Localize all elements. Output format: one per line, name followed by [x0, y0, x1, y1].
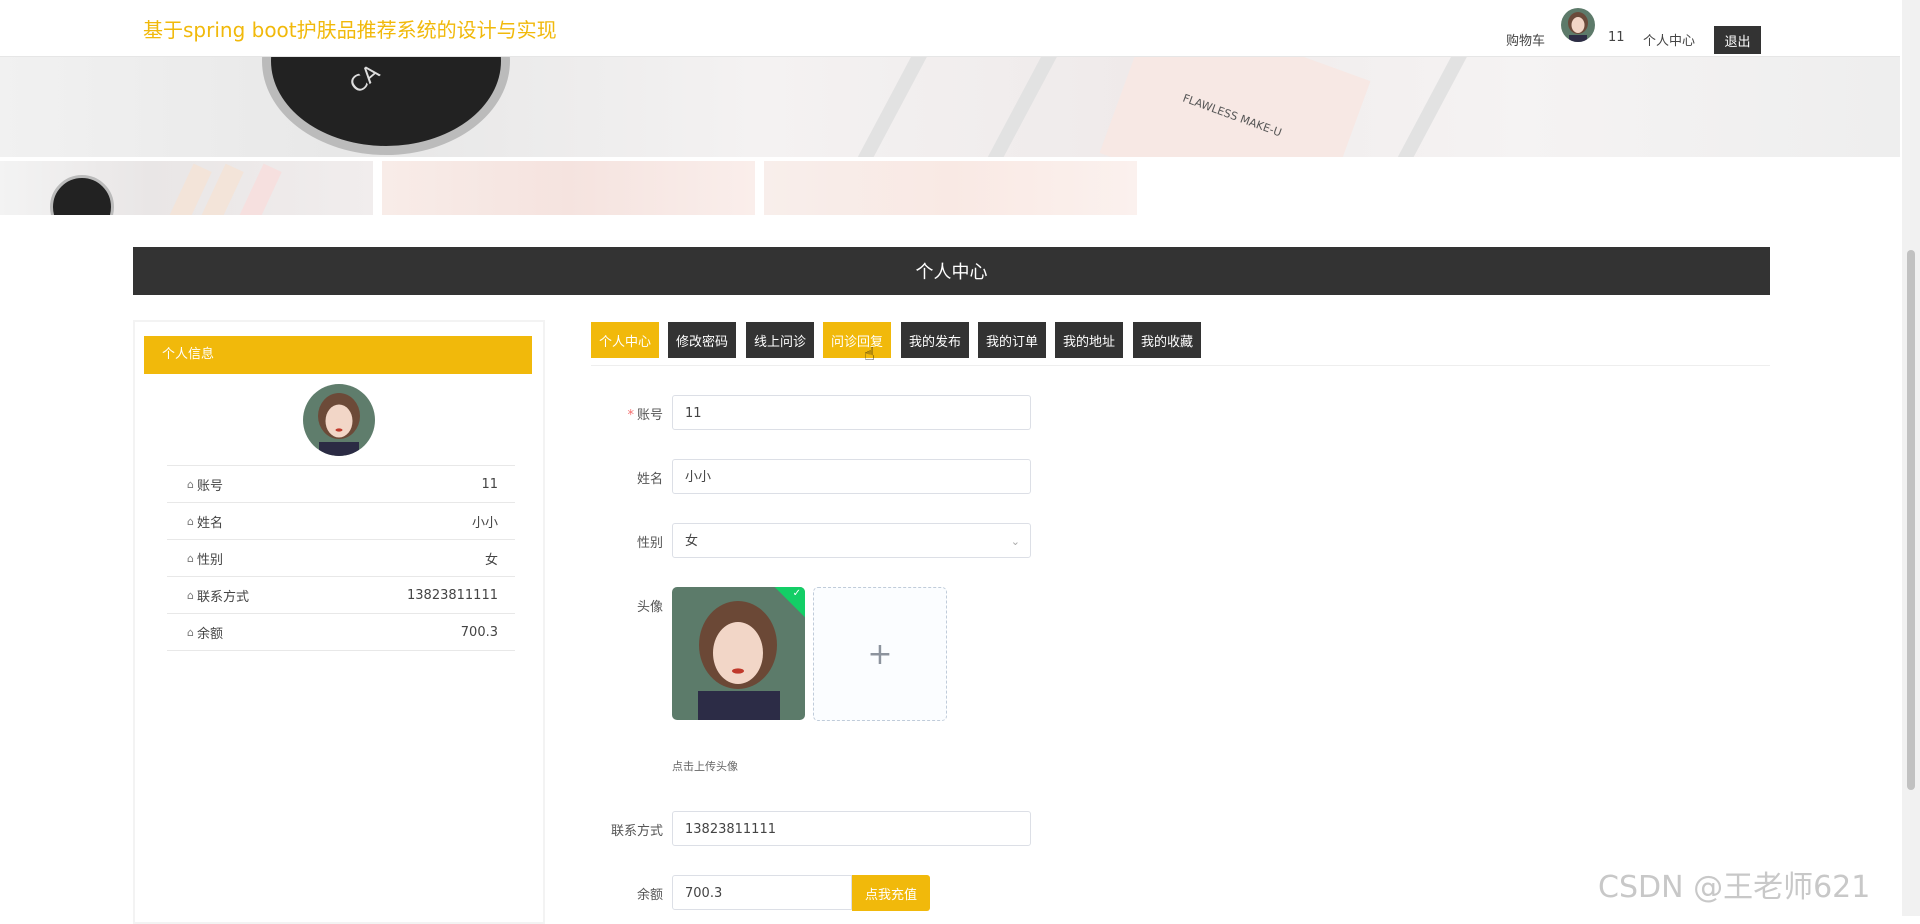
tab-my-address[interactable]: 我的地址 [1055, 322, 1123, 358]
page-scrollbar-thumb[interactable] [1907, 250, 1915, 790]
user-avatar[interactable] [1561, 8, 1595, 42]
banner-stripe [843, 57, 931, 157]
profile-info-list: ⌂ 账号 11 ⌂ 姓名 小小 ⌂ 性别 女 ⌂ 联系方式 13823811111 ⌂ 余… [167, 465, 515, 651]
banner-stripe [1383, 57, 1471, 157]
info-value: 女 [484, 552, 498, 568]
phone-input[interactable]: 13823811111 [672, 811, 1031, 846]
thumb-jar [50, 175, 114, 215]
name-input[interactable]: 小小 [672, 459, 1031, 494]
info-value: 700.3 [460, 624, 498, 640]
tab-my-posts[interactable]: 我的发布 [901, 322, 969, 358]
site-title[interactable]: 基于spring boot护肤品推荐系统的设计与实现 [143, 14, 557, 43]
info-row-phone: ⌂ 联系方式 13823811111 [167, 577, 515, 614]
tab-online-consult[interactable]: 线上问诊 [746, 322, 814, 358]
info-value: 11 [481, 476, 498, 492]
info-value: 小小 [471, 515, 498, 531]
info-label: 性别 [196, 552, 223, 568]
home-icon: ⌂ [187, 625, 194, 639]
tab-change-password[interactable]: 修改密码 [668, 322, 736, 358]
info-row-name: ⌂ 姓名 小小 [167, 503, 515, 540]
profile-info-header: 个人信息 [144, 336, 532, 374]
account-input[interactable]: 11 [672, 395, 1031, 430]
home-icon: ⌂ [187, 514, 194, 528]
home-icon: ⌂ [187, 588, 194, 602]
tab-profile[interactable]: 个人中心 [591, 322, 659, 358]
info-row-balance: ⌂ 余额 700.3 [167, 614, 515, 651]
carousel-thumb-1[interactable] [0, 161, 373, 215]
gender-selected-value: 女 [685, 534, 699, 549]
phone-label: 联系方式 [610, 824, 663, 839]
account-label: * 账号 [627, 408, 663, 423]
info-label: 姓名 [196, 515, 223, 531]
info-label: 账号 [196, 478, 223, 494]
home-icon: ⌂ [187, 551, 194, 565]
info-row-account: ⌂ 账号 11 [167, 466, 515, 503]
avatar-label: 头像 [636, 600, 663, 615]
name-label: 姓名 [636, 472, 663, 487]
banner-cushion-jar [262, 57, 510, 155]
info-label: 余额 [196, 626, 223, 642]
gender-label: 性别 [636, 536, 663, 551]
logout-button[interactable]: 退出 [1714, 26, 1761, 54]
cart-link[interactable]: 购物车 [1506, 30, 1545, 49]
profile-info-title: 个人信息 [162, 347, 215, 362]
carousel-thumb-3[interactable] [764, 161, 1137, 215]
banner-tube [1099, 57, 1371, 157]
top-navbar: 基于spring boot护肤品推荐系统的设计与实现 购物车 11 个人中心 退… [0, 0, 1900, 57]
banner-stripe [973, 57, 1061, 157]
thumb-bottle [238, 163, 282, 215]
profile-info-panel: 个人信息 ⌂ 账号 11 ⌂ 姓名 小小 ⌂ 性别 女 ⌂ 联系方式 138238111… [133, 320, 545, 924]
banner-carousel[interactable]: CA FLAWLESS MAKE-U [0, 57, 1900, 157]
recharge-button[interactable]: 点我充值 [852, 875, 930, 911]
carousel-thumb-2[interactable] [382, 161, 755, 215]
tab-consult-reply[interactable]: 问诊回复 [823, 322, 891, 358]
check-icon: ✓ [792, 588, 801, 599]
home-icon: ⌂ [187, 477, 194, 491]
profile-link[interactable]: 个人中心 [1643, 30, 1695, 49]
avatar-upload-tip: 点击上传头像 [672, 760, 738, 773]
section-title-bar: 个人中心 [133, 247, 1770, 295]
tab-my-orders[interactable]: 我的订单 [978, 322, 1046, 358]
gender-select[interactable]: 女 ⌄ [672, 523, 1031, 558]
balance-label: 余额 [636, 888, 663, 903]
profile-avatar [303, 384, 375, 456]
info-row-gender: ⌂ 性别 女 [167, 540, 515, 577]
balance-input[interactable]: 700.3 [672, 875, 852, 910]
tabs-divider [591, 365, 1770, 366]
chevron-down-icon: ⌄ [1010, 535, 1020, 548]
info-value: 13823811111 [407, 587, 498, 603]
tab-my-favorites[interactable]: 我的收藏 [1133, 322, 1201, 358]
watermark: CSDN @王老师621 [1598, 870, 1871, 905]
username-label[interactable]: 11 [1608, 30, 1625, 45]
uploaded-avatar-preview[interactable]: ✓ [672, 587, 805, 720]
info-label: 联系方式 [196, 589, 249, 605]
hand-cursor-icon: ☝ [864, 344, 875, 365]
avatar-upload-button[interactable]: + [813, 587, 947, 721]
